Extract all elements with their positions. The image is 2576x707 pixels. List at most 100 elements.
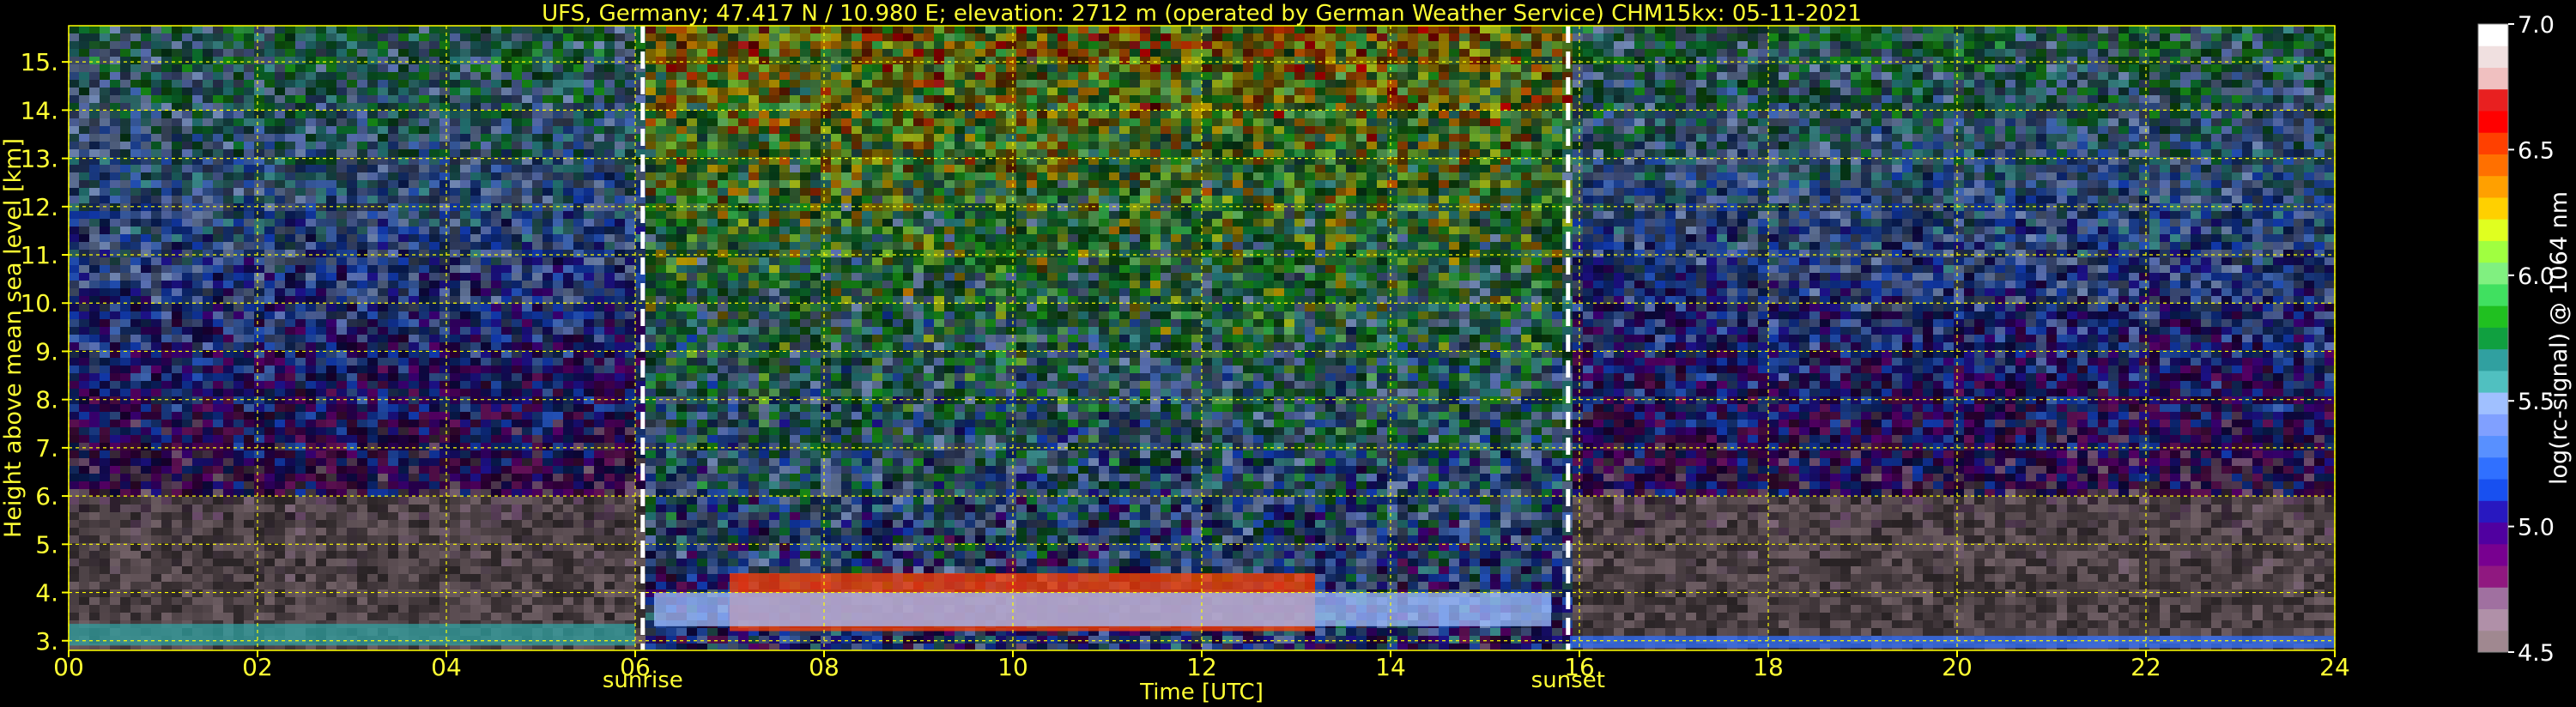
signal-cell [481, 26, 491, 33]
signal-cell [213, 26, 223, 33]
signal-cell [1315, 188, 1325, 196]
signal-cell [2252, 180, 2263, 188]
signal-cell [2294, 72, 2304, 80]
signal-cell [1253, 149, 1264, 157]
signal-cell [1222, 149, 1233, 157]
signal-cell [1665, 49, 1676, 57]
signal-cell [1583, 103, 1593, 111]
signal-cell [728, 64, 738, 72]
signal-cell [759, 149, 769, 157]
signal-cell [1892, 149, 1902, 157]
signal-cell [223, 57, 233, 64]
signal-cell [615, 26, 625, 33]
signal-cell [1614, 88, 1624, 95]
signal-cell [1603, 57, 1614, 64]
signal-cell [841, 64, 852, 72]
signal-cell [1088, 165, 1099, 172]
signal-cell [2139, 134, 2149, 142]
signal-cell [718, 26, 728, 33]
signal-cell [1470, 118, 1480, 126]
signal-cell [182, 118, 192, 126]
signal-cell [1109, 57, 1119, 64]
signal-cell [913, 111, 924, 118]
signal-cell [316, 57, 326, 64]
signal-cell [264, 33, 275, 41]
signal-cell [2149, 126, 2160, 134]
signal-cell [749, 80, 759, 88]
signal-cell [1078, 134, 1088, 142]
signal-cell [233, 103, 244, 111]
signal-cell [1912, 80, 1923, 88]
signal-cell [2160, 172, 2170, 180]
signal-cell [522, 41, 532, 49]
signal-cell [1191, 57, 1202, 64]
signal-cell [1614, 41, 1624, 49]
signal-cell [120, 49, 130, 57]
signal-cell [295, 134, 306, 142]
signal-cell [2036, 188, 2046, 196]
signal-cell [821, 95, 831, 103]
signal-cell [2201, 26, 2211, 33]
signal-cell [615, 134, 625, 142]
signal-cell [1933, 26, 1943, 33]
signal-cell [223, 180, 233, 188]
signal-cell [1583, 72, 1593, 80]
signal-cell [903, 95, 913, 103]
signal-cell [1171, 95, 1181, 103]
signal-cell [625, 103, 635, 111]
signal-cell [182, 95, 192, 103]
signal-cell [1809, 142, 1820, 149]
signal-cell [1830, 142, 1840, 149]
signal-cell [1964, 165, 1974, 172]
signal-cell [882, 57, 893, 64]
signal-cell [1006, 103, 1016, 111]
signal-cell [1233, 142, 1243, 149]
signal-cell [429, 103, 439, 111]
signal-cell [573, 180, 584, 188]
signal-cell [2304, 88, 2314, 95]
signal-cell [573, 118, 584, 126]
signal-cell [1191, 142, 1202, 149]
signal-cell [1078, 57, 1088, 64]
signal-cell [1748, 57, 1758, 64]
signal-cell [357, 149, 367, 157]
signal-cell [1068, 196, 1078, 203]
signal-cell [79, 72, 89, 80]
signal-cell [1078, 172, 1088, 180]
signal-cell [841, 49, 852, 57]
signal-cell [2273, 149, 2283, 157]
signal-cell [1377, 103, 1387, 111]
signal-cell [1119, 188, 1130, 196]
signal-cell [223, 72, 233, 80]
signal-cell [594, 80, 604, 88]
signal-cell [244, 149, 254, 157]
signal-cell [779, 80, 790, 88]
signal-cell [1480, 188, 1490, 196]
signal-cell [1645, 142, 1655, 149]
signal-cell [1820, 49, 1830, 57]
signal-cell [1573, 57, 1583, 64]
signal-cell [707, 26, 718, 33]
signal-cell [1624, 26, 1634, 33]
signal-cell [1449, 126, 1459, 134]
signal-cell [996, 111, 1006, 118]
signal-cell [1768, 33, 1779, 41]
signal-cell [1377, 41, 1387, 49]
signal-cell [1387, 72, 1397, 80]
signal-cell [800, 80, 810, 88]
signal-cell [1037, 64, 1047, 72]
signal-cell [790, 64, 800, 72]
signal-cell [2211, 72, 2221, 80]
signal-cell [1377, 111, 1387, 118]
signal-cell [1737, 88, 1748, 95]
signal-cell [2170, 180, 2180, 188]
signal-cell [2149, 57, 2160, 64]
signal-cell [893, 142, 903, 149]
signal-cell [852, 88, 862, 95]
signal-cell [2098, 188, 2108, 196]
signal-cell [1418, 95, 1428, 103]
signal-cell [1851, 41, 1861, 49]
signal-cell [1861, 180, 1871, 188]
signal-cell [1243, 165, 1253, 172]
signal-cell [419, 26, 429, 33]
